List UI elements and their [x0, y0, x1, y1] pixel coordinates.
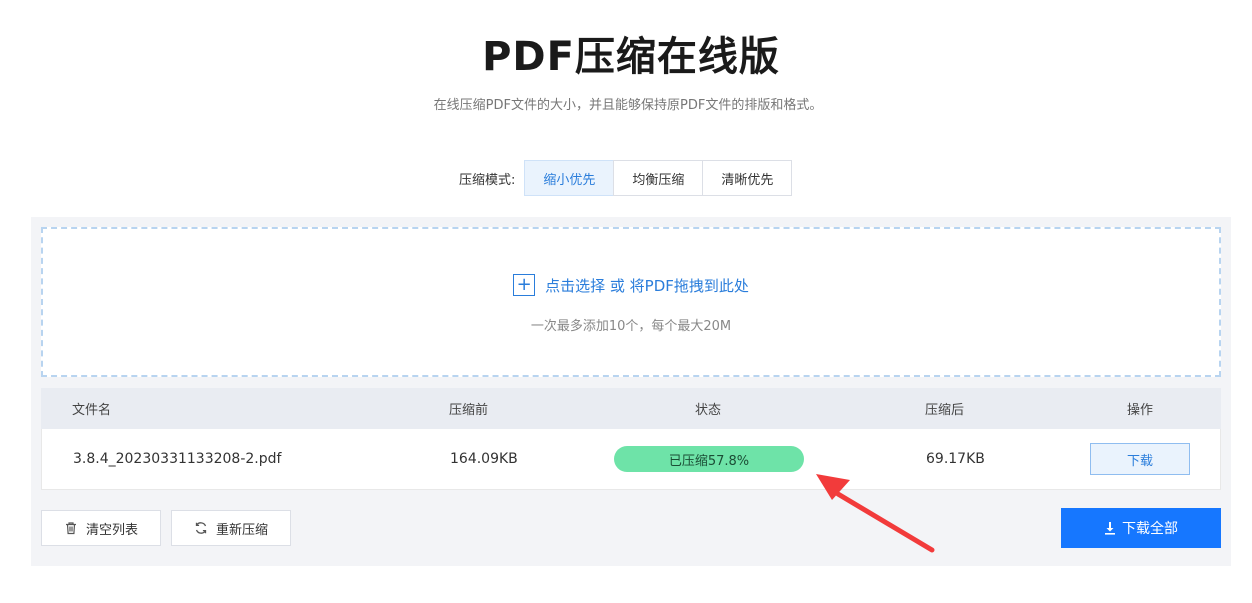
- file-name: 3.8.4_20230331133208-2.pdf: [73, 451, 282, 467]
- page-subtitle: 在线压缩PDF文件的大小，并且能够保持原PDF文件的排版和格式。: [433, 98, 823, 113]
- download-icon: [1104, 521, 1116, 535]
- compression-mode-label: 压缩模式:: [459, 172, 516, 188]
- mode-balanced-button[interactable]: 均衡压缩: [613, 160, 704, 196]
- mode-clarity-button[interactable]: 清晰优先: [702, 160, 793, 196]
- page-title: PDF压缩在线版: [482, 34, 780, 80]
- download-all-label: 下载全部: [1122, 521, 1178, 537]
- download-all-button[interactable]: 下载全部: [1061, 508, 1221, 548]
- compression-status-bar: 已压缩57.8%: [614, 446, 804, 472]
- compression-mode-selector: 压缩模式: 缩小优先 均衡压缩 清晰优先: [459, 160, 793, 196]
- dropzone-text: 点击选择 或 将PDF拖拽到此处: [545, 276, 749, 295]
- file-size-before: 164.09KB: [450, 451, 518, 467]
- mode-button-group: 缩小优先 均衡压缩 清晰优先: [524, 160, 793, 196]
- refresh-icon: [194, 521, 208, 535]
- table-row: 3.8.4_20230331133208-2.pdf 164.09KB 已压缩5…: [41, 429, 1221, 490]
- plus-icon: +: [513, 274, 536, 296]
- header-filename: 文件名: [72, 403, 112, 418]
- header-action: 操作: [1126, 403, 1153, 418]
- file-size-after: 69.17KB: [926, 451, 985, 467]
- header-status: 状态: [694, 403, 721, 418]
- clear-list-label: 清空列表: [85, 522, 138, 538]
- pdf-dropzone[interactable]: + 点击选择 或 将PDF拖拽到此处 一次最多添加10个，每个最大20M: [41, 227, 1221, 377]
- clear-list-button[interactable]: 清空列表: [41, 510, 161, 546]
- header-size-before: 压缩前: [449, 403, 489, 418]
- recompress-label: 重新压缩: [215, 522, 268, 538]
- trash-icon: [64, 521, 78, 535]
- header-size-after: 压缩后: [925, 403, 965, 418]
- mode-smallest-button[interactable]: 缩小优先: [524, 160, 615, 196]
- dropzone-hint: 一次最多添加10个，每个最大20M: [530, 319, 732, 334]
- dropzone-prompt: + 点击选择 或 将PDF拖拽到此处: [43, 274, 1219, 296]
- download-button[interactable]: 下载: [1090, 443, 1190, 475]
- file-table-header: 文件名 压缩前 状态 压缩后 操作: [41, 388, 1221, 429]
- recompress-button[interactable]: 重新压缩: [171, 510, 291, 546]
- upload-panel: + 点击选择 或 将PDF拖拽到此处 一次最多添加10个，每个最大20M 文件名…: [31, 217, 1231, 566]
